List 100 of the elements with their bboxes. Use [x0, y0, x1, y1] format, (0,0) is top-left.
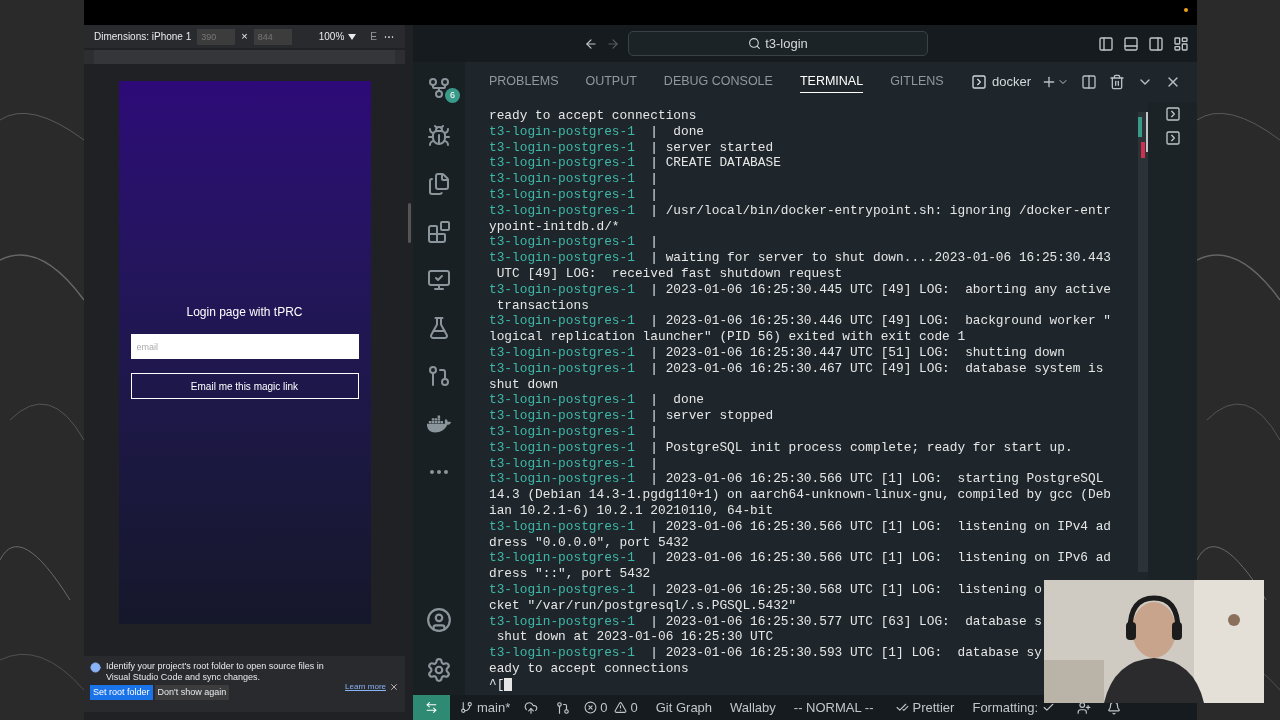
source-control-badge: 6 [445, 88, 460, 103]
problems-status[interactable]: 0 0 [584, 697, 638, 718]
times-sign: × [241, 29, 248, 45]
terminal-line: t3-login-postgres-1 | server started [489, 139, 775, 156]
notifications-bell-icon[interactable] [1107, 700, 1122, 715]
panel-tab[interactable]: GITLENS [890, 71, 944, 93]
customize-layout-icon[interactable] [1173, 35, 1189, 52]
terminal-line: t3-login-postgres-1 | 2023-01-06 16:25:30.568 UTC [1] LOG: listening o [489, 581, 1043, 598]
terminal-line: t3-login-postgres-1 | CREATE DATABASE [489, 155, 782, 172]
git-graph-icon[interactable] [556, 700, 571, 715]
status-item[interactable]: Git Graph [655, 697, 713, 718]
terminal-selector[interactable]: docker [970, 72, 1031, 92]
terminal-line: t3-login-postgres-1 | 2023-01-06 16:25:30.566 UTC [1] LOG: listening on IPv6 ad [489, 550, 1113, 567]
terminal-line: t3-login-postgres-1 | [489, 234, 659, 251]
login-heading: Login page with tPRC [186, 304, 303, 320]
files-icon[interactable] [427, 172, 451, 196]
terminal-line: t3-login-postgres-1 | 2023-01-06 16:25:30.593 UTC [1] LOG: database sy [489, 645, 1043, 661]
toggle-sidebar-icon[interactable] [1098, 35, 1114, 52]
email-field[interactable]: email [130, 334, 359, 359]
terminal-line: t3-login-postgres-1 | waiting for server to shut down....2023-01-06 16:25:30.443 [489, 250, 1113, 266]
accounts-icon[interactable] [1077, 700, 1092, 715]
terminal-line: t3-login-postgres-1 | done [489, 392, 706, 409]
terminal-line: ypoint-initdb.d/* [489, 218, 621, 235]
branch-status[interactable]: main* [460, 697, 511, 718]
caret-icon [348, 33, 357, 40]
close-icon[interactable] [389, 681, 399, 692]
terminal-icon[interactable] [1164, 130, 1181, 146]
split-terminal-icon[interactable] [1081, 74, 1097, 90]
terminal-line: eady to accept connections [489, 660, 690, 677]
terminal-line: cket "/var/run/postgresql/.s.PGSQL.5432" [489, 597, 798, 614]
terminal-line: t3-login-postgres-1 | [489, 171, 659, 187]
source-control-icon[interactable] [427, 76, 451, 100]
terminal-line: shut down at 2023-01-06 16:25:30 UTC [495, 629, 775, 646]
terminal-line: t3-login-postgres-1 | 2023-01-06 16:25:30.447 UTC [51] LOG: shutting down [489, 344, 1066, 361]
terminal-line: t3-login-postgres-1 | [489, 423, 659, 440]
terminal-line: t3-login-postgres-1 | [489, 187, 659, 203]
new-terminal-icon[interactable] [1041, 74, 1057, 90]
toggle-secondary-sidebar-icon[interactable] [1148, 35, 1164, 52]
check-icon [1042, 701, 1056, 714]
prettier-status[interactable]: Prettier [895, 697, 955, 718]
double-check-icon [895, 701, 909, 714]
panel-tab[interactable]: OUTPUT [585, 71, 637, 93]
status-item[interactable]: -- NORMAL -- [793, 697, 874, 718]
terminal-line: t3-login-postgres-1 | 2023-01-06 16:25:30.566 UTC [1] LOG: listening on IPv4 ad [489, 518, 1113, 535]
testing-flask-icon[interactable] [427, 316, 451, 340]
terminal-line: t3-login-postgres-1 | server stopped [489, 408, 775, 424]
command-center-search[interactable]: t3-login [628, 31, 928, 56]
panel-tab[interactable]: TERMINAL [799, 71, 864, 93]
branch-icon [460, 701, 473, 714]
terminal-line: dress "0.0.0.0", port 5432 [489, 534, 690, 551]
terminal-line: t3-login-postgres-1 | [489, 455, 659, 472]
run-debug-icon[interactable] [427, 124, 451, 148]
panel-tab[interactable]: DEBUG CONSOLE [663, 71, 773, 93]
scrollbar[interactable] [1138, 112, 1148, 572]
terminal-line: shut down [489, 376, 560, 393]
warning-icon [614, 701, 628, 714]
search-icon [748, 37, 762, 50]
dimensions-label: Dimensions: iPhone 1 [94, 30, 192, 44]
zoom-dropdown[interactable]: 100% [318, 29, 357, 44]
terminal-icon [970, 74, 987, 90]
terminal-line: t3-login-postgres-1 | done [489, 123, 706, 140]
throttle-dropdown[interactable]: E [370, 29, 377, 44]
terminal-icon[interactable] [1164, 106, 1181, 122]
publish-cloud-icon[interactable] [524, 700, 539, 715]
extensions-icon[interactable] [427, 220, 451, 244]
terminal-line: t3-login-postgres-1 | PostgreSQL init process complete; ready for start up. [489, 439, 1074, 456]
remote-icon [425, 701, 438, 714]
terminal-line: t3-login-postgres-1 | 2023-01-06 16:25:30.445 UTC [49] LOG: aborting any active [489, 281, 1113, 298]
toggle-panel-icon[interactable] [1123, 35, 1139, 52]
forward-arrow-icon[interactable] [606, 36, 620, 51]
terminal-line: t3-login-postgres-1 | 2023-01-06 16:25:30.467 UTC [49] LOG: database system is [489, 360, 1105, 377]
error-icon [584, 701, 598, 714]
info-icon [90, 662, 101, 673]
terminal-line: ready to accept connections [489, 108, 698, 124]
terminal-line: ian 10.2.1-6) 10.2.1 20210110, 64-bit [489, 502, 775, 519]
back-arrow-icon[interactable] [584, 36, 598, 51]
account-icon[interactable] [426, 607, 452, 633]
terminal-line: t3-login-postgres-1 | 2023-01-06 16:25:30.566 UTC [1] LOG: starting PostgreSQL [489, 471, 1105, 488]
notification-message: Identify your project's root folder to open source files in Visual Studio Code and sync changes. [106, 661, 325, 683]
git-graph-icon[interactable] [427, 364, 451, 388]
terminal-line: UTC [49] LOG: received fast shutdown request [495, 265, 844, 282]
terminal-line: t3-login-postgres-1 | 2023-01-06 16:25:30.577 UTC [63] LOG: database s [489, 613, 1043, 630]
panel-tab[interactable]: PROBLEMS [489, 71, 559, 93]
terminal-line: dress "::", port 5432 [489, 566, 652, 582]
trash-icon[interactable] [1109, 74, 1125, 90]
terminal-line: transactions [495, 297, 590, 314]
terminal-line: t3-login-postgres-1 | /usr/local/bin/docker-entrypoint.sh: ignoring /docker-entr [489, 202, 1113, 219]
learn-more-link[interactable]: Learn more [345, 680, 386, 693]
magic-link-button[interactable]: Email me this magic link [130, 373, 359, 399]
resize-handle[interactable] [407, 202, 411, 243]
remote-explorer-icon[interactable] [427, 268, 451, 292]
notification-button[interactable]: Don't show again [154, 685, 230, 700]
formatting-status[interactable]: Formatting: [972, 697, 1056, 718]
notification-button[interactable]: Set root folder [90, 685, 153, 700]
settings-icon[interactable] [426, 657, 452, 683]
terminal-line: t3-login-postgres-1 | 2023-01-06 16:25:30.446 UTC [49] LOG: background worker " [489, 313, 1113, 330]
terminal-line: logical replication launcher" (PID 56) exited with exit code 1 [489, 329, 967, 345]
status-item[interactable]: Wallaby [730, 697, 776, 718]
terminal-line: 14.3 (Debian 14.3-1.pgdg110+1) on aarch64-unknown-linux-gnu, compiled by gcc (Deb [489, 487, 1113, 503]
remote-button[interactable] [413, 695, 450, 720]
